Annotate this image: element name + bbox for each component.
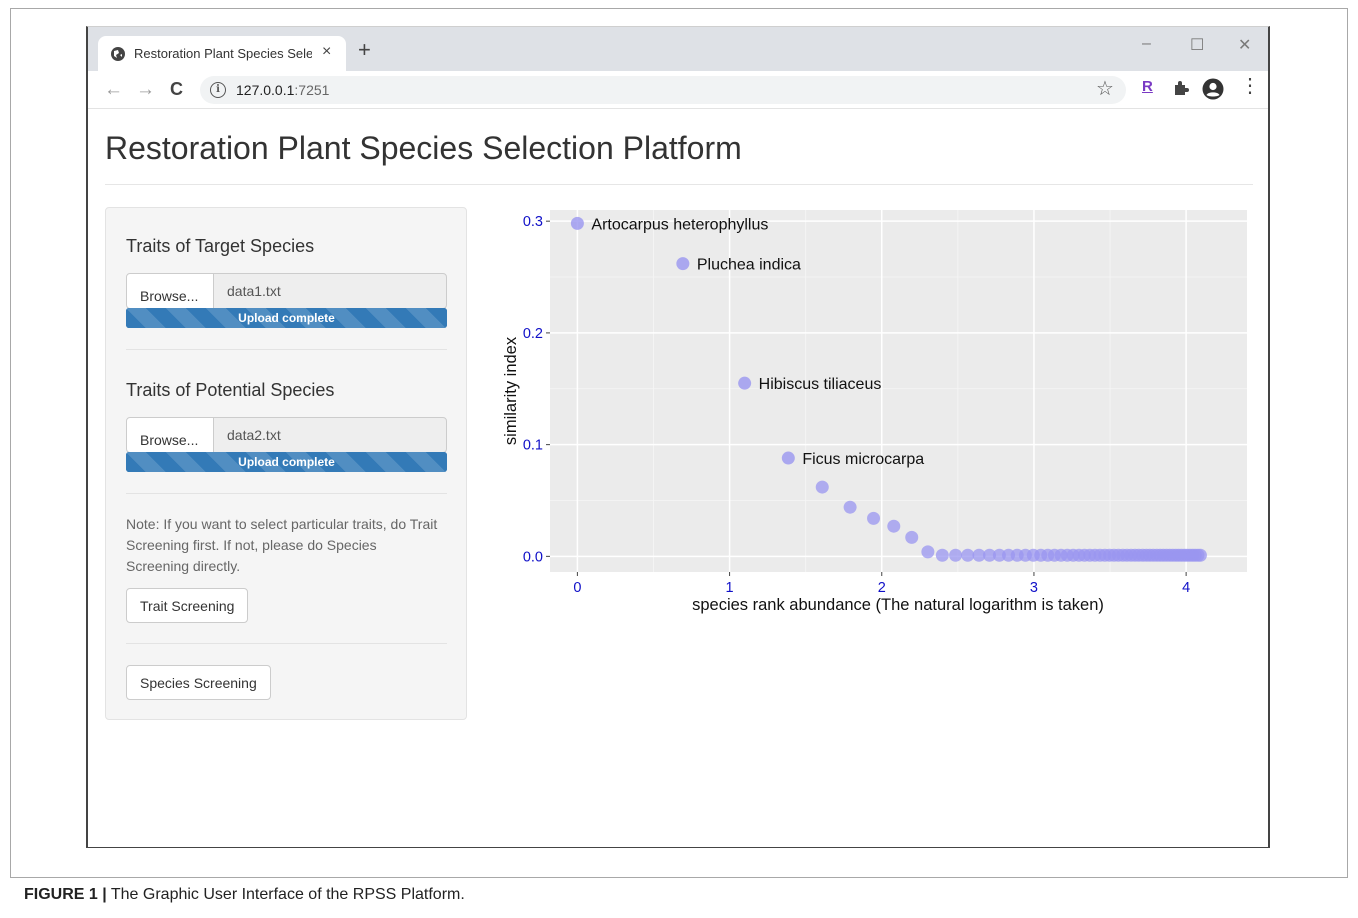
target-progress-text: Upload complete: [238, 311, 335, 325]
data-point: [867, 511, 881, 525]
extensions-puzzle-icon[interactable]: [1172, 79, 1190, 97]
data-point: [949, 548, 963, 562]
title-divider: [105, 184, 1253, 185]
forward-arrow-icon[interactable]: →: [136, 80, 155, 99]
tab-title: Restoration Plant Species Sele: [134, 46, 312, 61]
tab-strip: Restoration Plant Species Sele × + – ☐ ✕: [88, 27, 1268, 71]
address-bar[interactable]: i 127.0.0.1:7251: [200, 76, 1126, 104]
section-divider: [126, 493, 447, 494]
caption-prefix: FIGURE 1 |: [24, 886, 107, 903]
section-divider: [126, 643, 447, 644]
x-tick-label: 0: [573, 580, 581, 596]
sidebar-panel: Traits of Target Species Browse... data1…: [105, 207, 467, 720]
x-tick-label: 4: [1182, 580, 1190, 596]
browser-menu-icon[interactable]: ⋮: [1240, 76, 1260, 96]
data-point: [570, 216, 584, 230]
potential-upload-progress: Upload complete: [126, 452, 447, 472]
data-point: [815, 480, 829, 494]
x-axis-label: species rank abundance (The natural loga…: [692, 596, 1104, 614]
data-point: [887, 519, 901, 533]
y-tick-label: 0.0: [523, 549, 543, 565]
url-host: 127.0.0.1: [236, 82, 295, 98]
caption-text: The Graphic User Interface of the RPSS P…: [106, 886, 465, 903]
globe-icon: [111, 47, 125, 61]
section-divider: [126, 349, 447, 350]
plot-panel: [550, 210, 1247, 572]
data-point: [935, 548, 949, 562]
data-point: [1193, 548, 1207, 562]
point-label: Artocarpus heterophyllus: [591, 216, 768, 233]
target-traits-label: Traits of Target Species: [126, 236, 315, 256]
point-label: Pluchea indica: [697, 257, 801, 274]
target-browse-button[interactable]: Browse...: [126, 273, 214, 309]
target-upload-progress: Upload complete: [126, 308, 447, 328]
data-point: [961, 548, 975, 562]
back-arrow-icon[interactable]: ←: [104, 80, 123, 99]
potential-traits-label: Traits of Potential Species: [126, 380, 335, 400]
trait-screening-button[interactable]: Trait Screening: [126, 588, 249, 623]
reload-icon[interactable]: C: [170, 80, 183, 99]
species-screening-button[interactable]: Species Screening: [126, 665, 271, 700]
data-point: [738, 376, 752, 390]
y-tick-label: 0.3: [523, 214, 543, 230]
app-page: Restoration Plant Species Selection Plat…: [88, 110, 1268, 847]
potential-file-name: data2.txt: [213, 417, 447, 453]
data-point: [921, 545, 935, 559]
x-tick-label: 1: [726, 580, 734, 596]
point-label: Ficus microcarpa: [802, 451, 924, 468]
bookmark-star-icon[interactable]: ☆: [1096, 76, 1114, 101]
data-point: [905, 530, 919, 544]
url-text[interactable]: 127.0.0.1:7251: [236, 82, 329, 98]
point-label: Hibiscus tiliaceus: [759, 376, 882, 393]
minimize-icon[interactable]: –: [1142, 35, 1151, 53]
target-file-input: Browse... data1.txt: [126, 273, 447, 309]
potential-browse-button[interactable]: Browse...: [126, 417, 214, 453]
y-tick-label: 0.2: [523, 326, 543, 342]
target-file-name: data1.txt: [213, 273, 447, 309]
x-tick-label: 3: [1030, 580, 1038, 596]
data-point: [676, 257, 690, 271]
similarity-scatter-plot: 0 1 2 3 4 0.0 0.1 0.2 0.3 Artocarpus heterophyll…: [502, 210, 1247, 614]
figure-caption: FIGURE 1 | The Graphic User Interface of…: [24, 886, 465, 904]
screening-note: Note: If you want to select particular t…: [126, 516, 438, 574]
potential-progress-text: Upload complete: [238, 455, 335, 469]
potential-file-input: Browse... data2.txt: [126, 417, 447, 453]
r-extension-icon[interactable]: R: [1142, 78, 1153, 95]
browser-window: Restoration Plant Species Sele × + – ☐ ✕…: [86, 26, 1270, 848]
maximize-icon[interactable]: ☐: [1190, 35, 1204, 55]
new-tab-button[interactable]: +: [358, 39, 371, 61]
y-tick-label: 0.1: [523, 438, 543, 454]
site-info-icon[interactable]: i: [210, 82, 226, 98]
active-tab[interactable]: Restoration Plant Species Sele ×: [98, 36, 346, 71]
tab-close-icon[interactable]: ×: [322, 43, 331, 61]
y-axis-label: similarity index: [502, 336, 520, 445]
data-point: [843, 500, 857, 514]
page-title: Restoration Plant Species Selection Plat…: [105, 130, 742, 166]
address-toolbar: ← → C i 127.0.0.1:7251: [88, 71, 1268, 109]
close-window-icon[interactable]: ✕: [1238, 35, 1251, 55]
similarity-chart: 0 1 2 3 4 0.0 0.1 0.2 0.3 Artocarpus heterophyll…: [493, 207, 1263, 627]
url-port: :7251: [294, 82, 330, 98]
data-point: [781, 451, 795, 465]
profile-avatar-icon[interactable]: [1202, 78, 1224, 100]
x-tick-label: 2: [878, 580, 886, 596]
